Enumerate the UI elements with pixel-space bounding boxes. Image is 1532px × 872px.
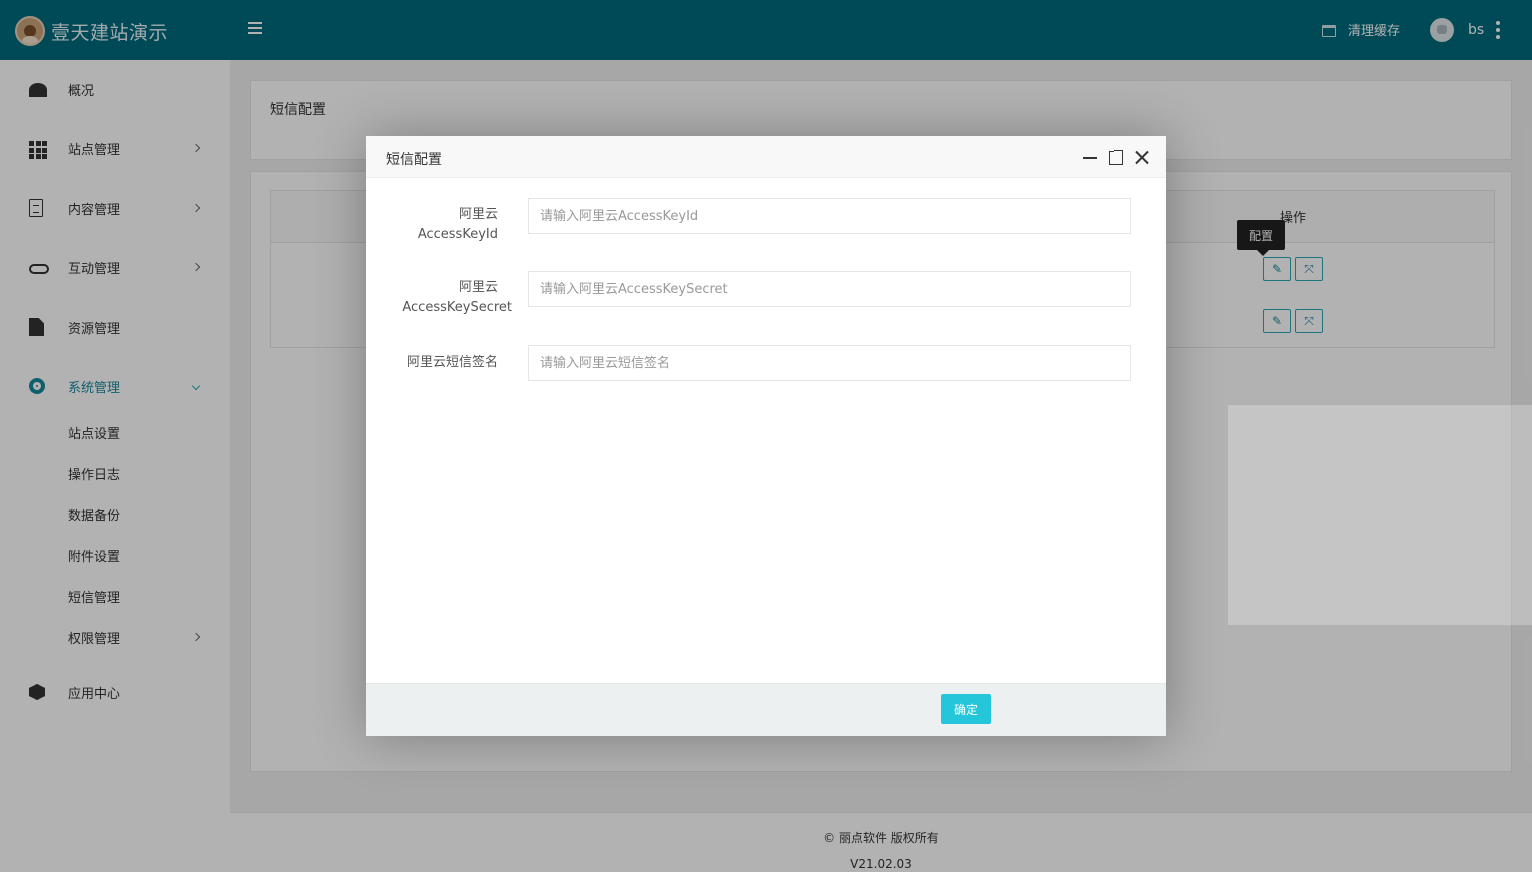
- sms-signature-input[interactable]: [528, 345, 1131, 381]
- sms-config-modal: 短信配置 阿里云 AccessKeyId 阿里云 AccessKeySecret…: [366, 136, 1166, 736]
- form-label: 阿里云 AccessKeySecret: [380, 278, 512, 318]
- access-key-id-input[interactable]: [528, 198, 1131, 234]
- close-icon[interactable]: [1135, 150, 1149, 164]
- modal-footer: 确定: [366, 683, 1166, 736]
- form-label: 阿里云短信签名: [406, 355, 498, 370]
- form-label-line: AccessKeyId: [417, 227, 498, 242]
- confirm-button[interactable]: 确定: [941, 694, 991, 724]
- modal-header[interactable]: 短信配置: [366, 136, 1166, 178]
- form-label-line: 阿里云: [458, 280, 498, 295]
- minimize-icon[interactable]: [1083, 157, 1097, 159]
- form-label: 阿里云 AccessKeyId: [386, 205, 498, 245]
- drag-ghost: [1228, 405, 1532, 625]
- form-label-line: AccessKeySecret: [402, 300, 512, 315]
- access-key-secret-input[interactable]: [528, 271, 1131, 307]
- form-label-line: 阿里云: [458, 207, 498, 222]
- maximize-icon[interactable]: [1109, 150, 1123, 165]
- modal-title: 短信配置: [386, 152, 442, 168]
